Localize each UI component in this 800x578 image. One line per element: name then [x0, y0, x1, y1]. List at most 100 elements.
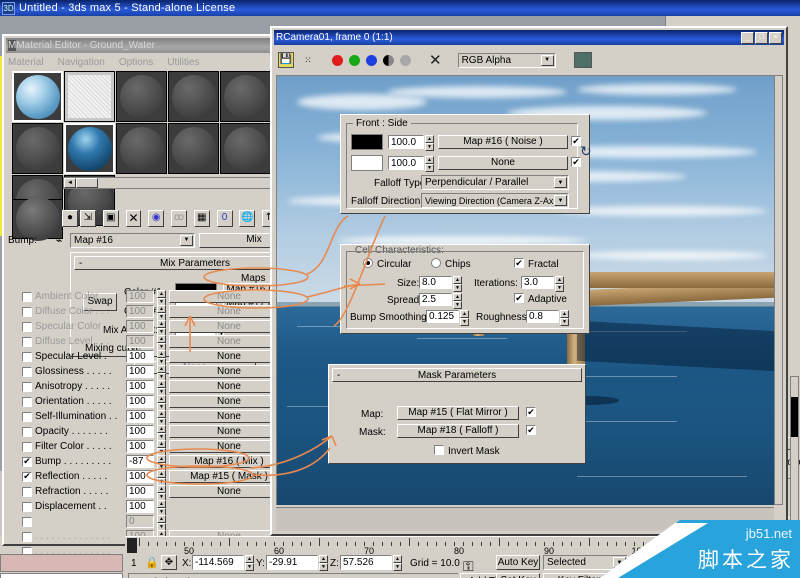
- mask-parameters-panel[interactable]: - Mask Parameters Map: Map #15 ( Flat Mi…: [328, 364, 586, 464]
- maps-row-amount[interactable]: 100: [126, 485, 154, 498]
- key-mode-toggle-icon[interactable]: ⚿: [463, 558, 474, 575]
- iterations-field[interactable]: 3.0: [521, 276, 554, 289]
- menu-options[interactable]: Options: [119, 57, 153, 68]
- menu-utilities[interactable]: Utilities: [167, 57, 199, 68]
- roughness-field[interactable]: 0.8: [526, 310, 559, 323]
- render-minimize-button[interactable]: _: [741, 32, 754, 44]
- maps-row-checkbox[interactable]: ✔: [22, 457, 32, 467]
- maps-row-checkbox[interactable]: [22, 367, 32, 377]
- maps-row-checkbox[interactable]: [22, 322, 32, 332]
- save-bitmap-icon[interactable]: 💾: [278, 52, 294, 68]
- maps-row-spinner[interactable]: ▲▼: [157, 485, 166, 498]
- maps-row-spinner[interactable]: ▲▼: [157, 305, 166, 318]
- collapse-icon[interactable]: -: [337, 370, 340, 381]
- menu-navigation[interactable]: Navigation: [58, 57, 105, 68]
- chevron-down-icon[interactable]: ▼: [541, 55, 554, 66]
- chips-radio[interactable]: [431, 258, 441, 268]
- blue-channel-icon[interactable]: [366, 55, 377, 66]
- maps-row[interactable]: Displacement . .100▲▼: [22, 499, 312, 514]
- sample-slots[interactable]: [12, 71, 312, 175]
- y-field[interactable]: -29.91: [266, 555, 318, 570]
- maps-row-spinner[interactable]: ▲▼: [157, 335, 166, 348]
- maps-row-amount[interactable]: 100: [126, 470, 154, 483]
- maps-row-amount[interactable]: 100: [126, 440, 154, 453]
- maps-row-checkbox[interactable]: [22, 337, 32, 347]
- falloff-front-spinner[interactable]: ▲▼: [425, 135, 434, 149]
- maps-row[interactable]: Specular Color . .100▲▼None: [22, 319, 312, 334]
- y-spinner[interactable]: ▲▼: [319, 555, 328, 570]
- assign-material-icon[interactable]: ⇲: [80, 210, 96, 227]
- maps-row[interactable]: Orientation . . . . .100▲▼None: [22, 394, 312, 409]
- maps-row[interactable]: Diffuse Color . . .100▲▼None: [22, 304, 312, 319]
- maps-row-checkbox[interactable]: [22, 397, 32, 407]
- maps-row-spinner[interactable]: ▲▼: [157, 380, 166, 393]
- falloff-side-spinner[interactable]: ▲▼: [425, 156, 434, 170]
- render-close-button[interactable]: ×: [769, 32, 782, 44]
- sample-slot-2[interactable]: [64, 71, 115, 122]
- cellular-parameters-panel[interactable]: Cell Characteristics: Circular Chips ✔ F…: [340, 244, 590, 334]
- sample-slot-10[interactable]: [220, 123, 271, 174]
- chevron-down-icon[interactable]: ▼: [180, 235, 193, 246]
- green-channel-icon[interactable]: [349, 55, 360, 66]
- maps-row-amount[interactable]: 100: [126, 425, 154, 438]
- maps-row-spinner[interactable]: ▲▼: [157, 455, 166, 468]
- auto-key-button[interactable]: Auto Key: [496, 555, 540, 570]
- material-effects-channel-icon[interactable]: ꝏ: [171, 210, 187, 227]
- maps-row-checkbox[interactable]: [22, 532, 32, 542]
- maps-row-amount[interactable]: 100: [126, 305, 154, 318]
- iterations-spinner[interactable]: ▲▼: [555, 276, 564, 289]
- maps-row[interactable]: Opacity . . . . . . .100▲▼None: [22, 424, 312, 439]
- red-channel-icon[interactable]: [332, 55, 343, 66]
- maps-row-amount[interactable]: 100: [126, 290, 154, 303]
- show-end-result-icon[interactable]: 0: [217, 210, 233, 227]
- maps-row[interactable]: Ambient Color . .100▲▼None: [22, 289, 312, 304]
- maps-row[interactable]: Specular Level .100▲▼None: [22, 349, 312, 364]
- circular-radio[interactable]: [363, 258, 373, 268]
- maps-row-spinner[interactable]: ▲▼: [157, 410, 166, 423]
- mask-map-button[interactable]: Map #15 ( Flat Mirror ): [397, 406, 519, 420]
- z-spinner[interactable]: ▲▼: [393, 555, 402, 570]
- menu-material[interactable]: Material: [8, 57, 44, 68]
- maps-row-amount[interactable]: 100: [126, 395, 154, 408]
- maps-row-amount[interactable]: 100: [126, 500, 154, 513]
- maps-row-checkbox[interactable]: [22, 487, 32, 497]
- maps-row-spinner[interactable]: ▲▼: [157, 515, 166, 528]
- alpha-channel-icon[interactable]: [400, 55, 411, 66]
- fractal-checkbox[interactable]: ✔: [514, 258, 524, 268]
- scroll-left-button[interactable]: ◄: [64, 178, 76, 188]
- clear-icon[interactable]: ✕: [429, 53, 442, 68]
- lock-selection-icon[interactable]: 🔒: [145, 556, 159, 569]
- maps-row-amount[interactable]: 100: [126, 365, 154, 378]
- maps-row-spinner[interactable]: ▲▼: [157, 395, 166, 408]
- channel-display-combo[interactable]: RGB Alpha ▼: [458, 53, 556, 68]
- maps-row-checkbox[interactable]: [22, 427, 32, 437]
- sample-slot-4[interactable]: [168, 71, 219, 122]
- put-to-library-icon[interactable]: ◉: [148, 210, 164, 227]
- maps-row[interactable]: Filter Color . . . . .100▲▼None: [22, 439, 312, 454]
- reset-map-icon[interactable]: ▣: [103, 210, 119, 227]
- mini-listener-pink[interactable]: [0, 554, 123, 572]
- x-spinner[interactable]: ▲▼: [245, 555, 254, 570]
- mask-map-checkbox[interactable]: ✔: [526, 407, 536, 417]
- maps-row-amount[interactable]: 100: [126, 380, 154, 393]
- maps-row-checkbox[interactable]: [22, 412, 32, 422]
- sample-slot-6[interactable]: [12, 123, 63, 174]
- mini-listener-white[interactable]: [0, 573, 123, 578]
- maps-row-checkbox[interactable]: [22, 307, 32, 317]
- mask-mask-checkbox[interactable]: ✔: [526, 425, 536, 435]
- maps-row[interactable]: Glossiness . . . . .100▲▼None: [22, 364, 312, 379]
- sample-slot-5[interactable]: [220, 71, 271, 122]
- maps-row[interactable]: Anisotropy . . . . .100▲▼None: [22, 379, 312, 394]
- maps-row-spinner[interactable]: ▲▼: [157, 470, 166, 483]
- falloff-side-map-button[interactable]: None: [438, 156, 568, 170]
- falloff-side-amount[interactable]: 100.0: [388, 156, 424, 170]
- command-panel-scroll-thumb[interactable]: [791, 397, 798, 437]
- falloff-front-map-button[interactable]: Map #16 ( Noise ): [438, 135, 568, 149]
- mask-parameters-rollout-header[interactable]: - Mask Parameters: [332, 368, 582, 382]
- maps-row-amount[interactable]: 0: [126, 515, 154, 528]
- show-map-in-viewport-icon[interactable]: ▦: [194, 210, 210, 227]
- maps-row[interactable]: Self-Illumination . .100▲▼None: [22, 409, 312, 424]
- maps-row-amount[interactable]: 100: [126, 350, 154, 363]
- falloff-type-combo[interactable]: Perpendicular / Parallel ▼: [421, 175, 569, 190]
- chevron-down-icon[interactable]: ▼: [554, 177, 567, 188]
